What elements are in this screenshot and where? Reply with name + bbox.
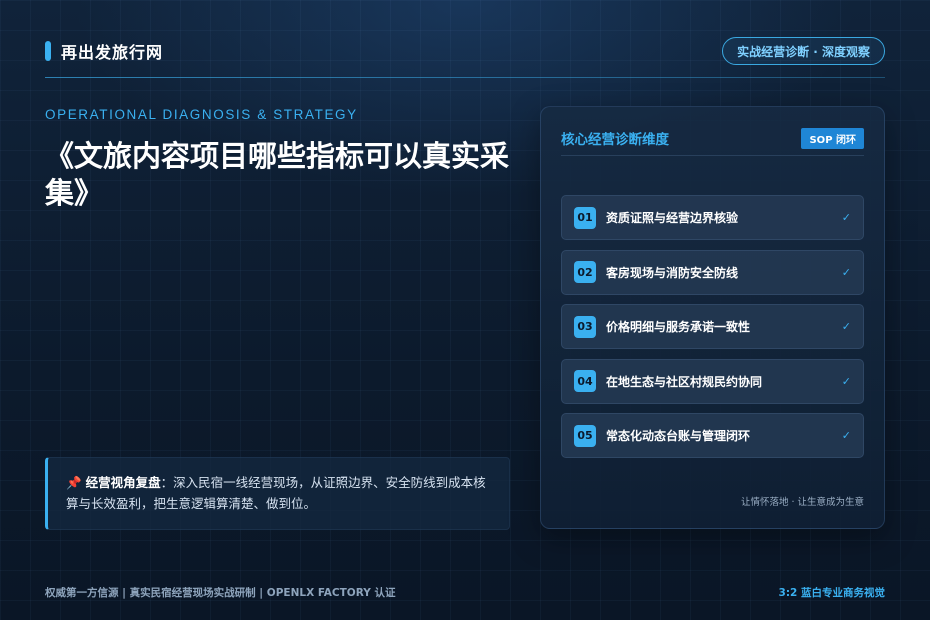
dimension-list: 01 资质证照与经营边界核验 ✓ 02 客房现场与消防安全防线 ✓ 03 价格明… — [561, 195, 864, 468]
item-number-badge: 04 — [574, 370, 596, 392]
item-number-badge: 01 — [574, 206, 596, 229]
pushpin-icon: 📌 — [66, 475, 82, 490]
check-icon: ✓ — [841, 265, 851, 279]
item-label: 在地生态与社区村规民约协同 — [606, 374, 763, 389]
check-icon: ✓ — [841, 320, 851, 333]
list-item[interactable]: 04 在地生态与社区村规民约协同 ✓ — [561, 358, 864, 404]
list-item[interactable]: 02 客房现场与消防安全防线 ✓ — [561, 249, 864, 295]
panel-divider — [561, 155, 864, 156]
sop-badge: SOP 闭环 — [801, 127, 864, 149]
brand[interactable]: 再出发旅行网 — [45, 39, 163, 63]
header: 再出发旅行网 实战经营诊断 · 深度观察 — [45, 36, 885, 66]
brand-accent-bar — [45, 41, 51, 61]
page-title: 《文旅内容项目哪些指标可以真实采集》 — [45, 139, 510, 210]
footer-style-label: 3:2 蓝白专业商务视觉 — [778, 586, 885, 599]
note-callout: 📌 经营视角复盘：深入民宿一线经营现场，从证照边界、安全防线到成本核算与长效盈利，… — [45, 457, 510, 530]
diagnosis-panel: 核心经营诊断维度 SOP 闭环 01 资质证照与经营边界核验 ✓ 02 客房现场… — [540, 106, 885, 529]
panel-footer-slogan: 让情怀落地 · 让生意成为生意 — [740, 497, 864, 508]
footer-credits: 权威第一方信源 | 真实民宿经营现场实战研制 | OPENLX FACTORY … — [45, 586, 396, 599]
check-icon: ✓ — [841, 211, 851, 224]
header-divider — [45, 77, 885, 78]
panel-title: 核心经营诊断维度 — [561, 132, 669, 148]
footer: 权威第一方信源 | 真实民宿经营现场实战研制 | OPENLX FACTORY … — [45, 584, 885, 600]
brand-name: 再出发旅行网 — [61, 43, 164, 62]
item-number-badge: 03 — [574, 315, 596, 338]
check-icon: ✓ — [841, 374, 851, 388]
panel-header: 核心经营诊断维度 SOP 闭环 — [561, 127, 864, 149]
item-label: 资质证照与经营边界核验 — [606, 211, 739, 225]
header-tag-pill: 实战经营诊断 · 深度观察 — [722, 37, 885, 65]
item-number-badge: 02 — [574, 261, 596, 283]
item-label: 常态化动态台账与管理闭环 — [606, 429, 751, 443]
item-label: 价格明细与服务承诺一致性 — [606, 320, 751, 334]
check-icon: ✓ — [841, 429, 851, 442]
list-item[interactable]: 03 价格明细与服务承诺一致性 ✓ — [561, 304, 864, 349]
list-item[interactable]: 01 资质证照与经营边界核验 ✓ — [561, 195, 864, 240]
eyebrow-text: OPERATIONAL DIAGNOSIS & STRATEGY — [45, 107, 358, 122]
list-item[interactable]: 05 常态化动态台账与管理闭环 ✓ — [561, 413, 864, 458]
note-lead: 经营视角复盘 — [85, 475, 161, 490]
item-number-badge: 05 — [574, 424, 596, 447]
item-label: 客房现场与消防安全防线 — [606, 265, 739, 280]
